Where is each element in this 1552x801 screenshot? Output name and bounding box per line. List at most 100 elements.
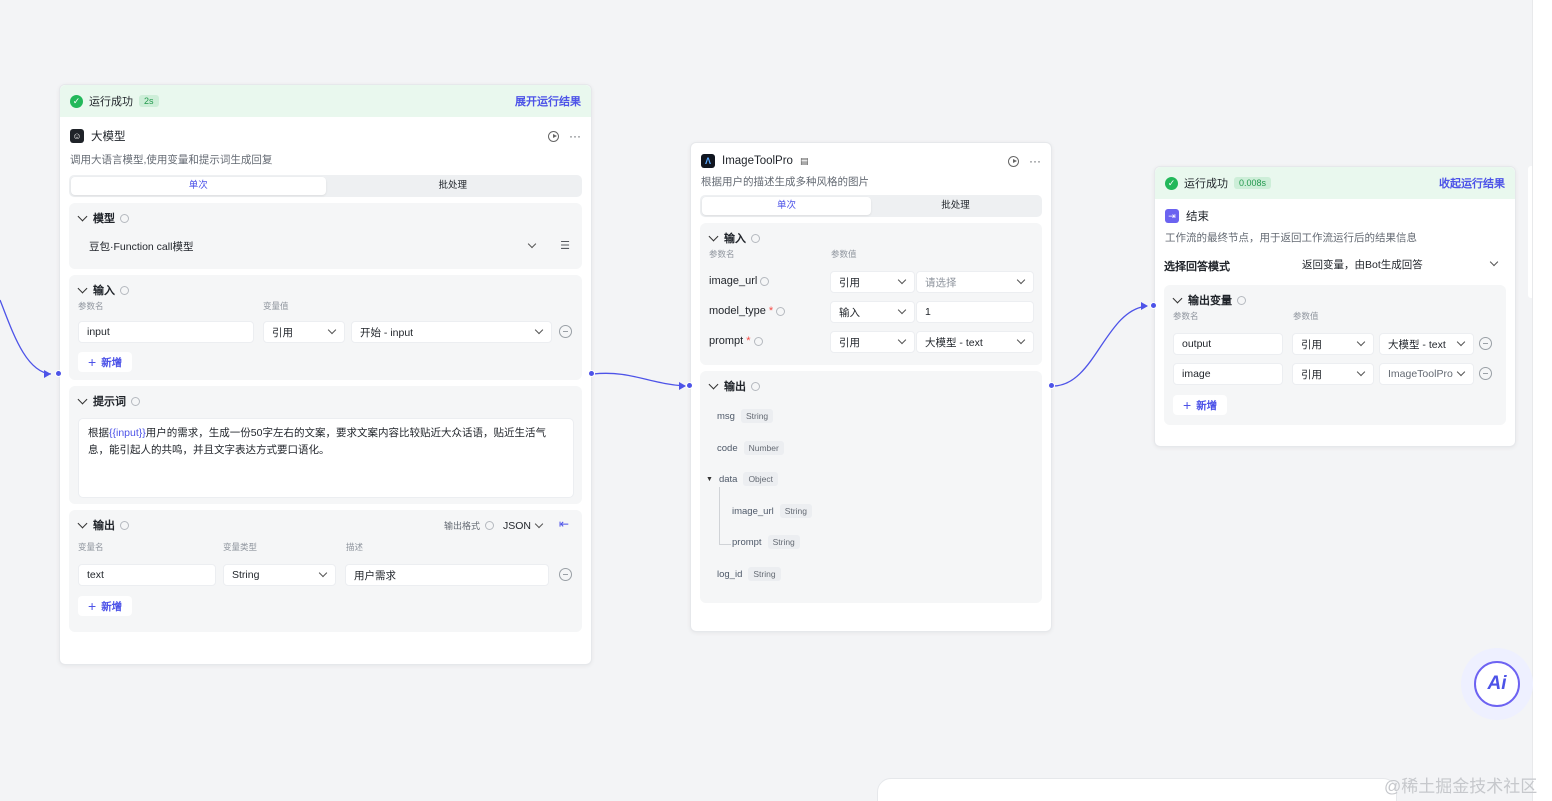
edge-llm-to-tool-arrow: [679, 382, 686, 390]
chevron-down-icon: [1016, 275, 1026, 285]
caret-down-icon[interactable]: ▼: [706, 476, 713, 483]
end-add-button[interactable]: + 新增: [1173, 395, 1228, 415]
llm-node[interactable]: ✓ 运行成功 2s 展开运行结果 ☺ 大模型 ··· 调用大语言模型,使用变量和…: [59, 84, 592, 665]
image-url-mode-select[interactable]: 引用: [830, 271, 915, 293]
collapse-chevron-icon[interactable]: [708, 231, 719, 242]
end-run-status-text: 运行成功: [1184, 178, 1228, 190]
param-model-type-label: model_type *: [709, 305, 786, 317]
run-play-icon[interactable]: [1008, 155, 1019, 167]
input-name-field[interactable]: input: [78, 321, 254, 343]
llm-output-port[interactable]: [588, 370, 595, 377]
model-type-mode-select[interactable]: 输入: [830, 301, 915, 323]
col-var-value: 变量值: [263, 301, 289, 311]
chevron-down-icon: [897, 275, 907, 285]
tab-single[interactable]: 单次: [702, 197, 871, 215]
end-output-mode-select[interactable]: 引用: [1292, 333, 1374, 355]
end-output-section: 输出变量 参数名 参数值 output 引用 大模型 - text image …: [1164, 285, 1506, 425]
answer-mode-row: 选择回答模式 返回变量，由Bot生成回答: [1155, 251, 1515, 281]
chevron-down-icon: [327, 325, 337, 335]
tool-input-port[interactable]: [686, 382, 693, 389]
model-select[interactable]: 豆包·Function call模型: [78, 235, 545, 257]
prompt-mode-select[interactable]: 引用: [830, 331, 915, 353]
col-desc: 描述: [346, 542, 364, 552]
col-var-name: 变量名: [78, 542, 104, 552]
remove-row-icon[interactable]: [1479, 337, 1492, 350]
output-item-log-id: log_id String: [717, 567, 781, 581]
chevron-down-icon: [1456, 367, 1466, 377]
more-icon[interactable]: ···: [1029, 154, 1041, 168]
llm-input-port[interactable]: [55, 370, 62, 377]
end-image-mode-select[interactable]: 引用: [1292, 363, 1374, 385]
chevron-down-icon: [897, 305, 907, 315]
col-param-name: 参数名: [709, 249, 735, 259]
input-value-select[interactable]: 开始 - input: [351, 321, 552, 343]
tool-output-port[interactable]: [1048, 382, 1055, 389]
col-param-name: 参数名: [78, 301, 104, 311]
tool-node-title: ImageToolPro: [722, 155, 793, 167]
collapse-chevron-icon[interactable]: [708, 379, 719, 390]
end-collapse-result-link[interactable]: 收起运行结果: [1439, 175, 1505, 191]
model-settings-icon[interactable]: ☰: [560, 239, 570, 252]
output-import-icon[interactable]: ⇤: [559, 517, 569, 531]
end-output-value-select[interactable]: 大模型 - text: [1379, 333, 1474, 355]
collapse-chevron-icon[interactable]: [1172, 293, 1183, 304]
edge-start-to-llm: [0, 299, 52, 375]
col-param-value: 参数值: [1293, 311, 1319, 321]
end-image-value-select[interactable]: ImageToolPro: [1379, 363, 1474, 385]
info-icon: [776, 306, 786, 316]
info-icon: [120, 285, 129, 295]
output-add-button[interactable]: + 新增: [78, 596, 133, 616]
prompt-textarea[interactable]: 根据{{input}}用户的需求，生成一份50字左右的文案，要求文案内容比较贴近…: [78, 418, 574, 498]
tool-input-title: 输入: [724, 233, 746, 245]
tab-batch[interactable]: 批处理: [326, 177, 581, 195]
output-format[interactable]: 输出格式 JSON: [444, 519, 544, 532]
required-marker: *: [746, 335, 751, 347]
more-icon[interactable]: ···: [569, 129, 581, 143]
llm-expand-result-link[interactable]: 展开运行结果: [515, 93, 581, 109]
edge-start-to-llm-arrow: [44, 370, 51, 378]
tool-output-section: 输出 msg String code Number ▼ data Object imag…: [700, 371, 1042, 603]
collapse-chevron-icon[interactable]: [77, 518, 88, 529]
tab-batch[interactable]: 批处理: [871, 197, 1040, 215]
image-tool-node[interactable]: Λ ImageToolPro ▤ ··· 根据用户的描述生成多种风格的图片 单次…: [690, 142, 1052, 632]
run-play-icon[interactable]: [548, 130, 559, 142]
tool-doc-icon: ▤: [799, 155, 809, 166]
workflow-canvas[interactable]: ✓ 运行成功 2s 展开运行结果 ☺ 大模型 ··· 调用大语言模型,使用变量和…: [0, 0, 1552, 801]
input-mode-select[interactable]: 引用: [263, 321, 345, 343]
tree-line: [719, 487, 720, 545]
output-type-select[interactable]: String: [223, 564, 336, 586]
collapse-chevron-icon[interactable]: [77, 283, 88, 294]
end-output-name-field[interactable]: output: [1173, 333, 1283, 355]
end-input-port[interactable]: [1150, 302, 1157, 309]
chevron-down-icon: [527, 239, 537, 249]
end-image-name-field[interactable]: image: [1173, 363, 1283, 385]
image-url-value-select[interactable]: 请选择: [916, 271, 1034, 293]
prompt-variable: {{input}}: [109, 427, 146, 439]
info-icon: [751, 381, 760, 391]
answer-mode-select[interactable]: 返回变量，由Bot生成回答: [1293, 253, 1507, 275]
output-desc-field[interactable]: 用户需求: [345, 564, 549, 586]
info-icon: [120, 520, 129, 530]
end-node[interactable]: ✓ 运行成功 0.008s 收起运行结果 ⇥ 结束 工作流的最终节点，用于返回工…: [1154, 166, 1516, 447]
end-run-time-badge: 0.008s: [1234, 177, 1272, 189]
input-add-button[interactable]: + 新增: [78, 352, 133, 372]
output-name-field[interactable]: text: [78, 564, 216, 586]
output-item-data[interactable]: ▼ data Object: [706, 472, 779, 486]
collapse-chevron-icon[interactable]: [77, 211, 88, 222]
remove-row-icon[interactable]: [1479, 367, 1492, 380]
ai-assistant-button[interactable]: Ai: [1461, 648, 1533, 720]
chevron-down-icon: [534, 325, 544, 335]
end-node-title: 结束: [1186, 211, 1209, 223]
remove-row-icon[interactable]: [559, 568, 572, 581]
param-image-url-label: image_url: [709, 275, 770, 287]
tab-single[interactable]: 单次: [71, 177, 326, 195]
model-type-value-input[interactable]: 1: [916, 301, 1034, 323]
info-icon: [753, 336, 763, 346]
info-icon: [760, 276, 770, 286]
edge-tool-to-end: [1052, 305, 1148, 387]
remove-row-icon[interactable]: [559, 325, 572, 338]
llm-node-header: ☺ 大模型 ···: [60, 121, 591, 151]
tool-node-icon: Λ: [701, 154, 715, 168]
collapse-chevron-icon[interactable]: [77, 394, 88, 405]
prompt-value-select[interactable]: 大模型 - text: [916, 331, 1034, 353]
